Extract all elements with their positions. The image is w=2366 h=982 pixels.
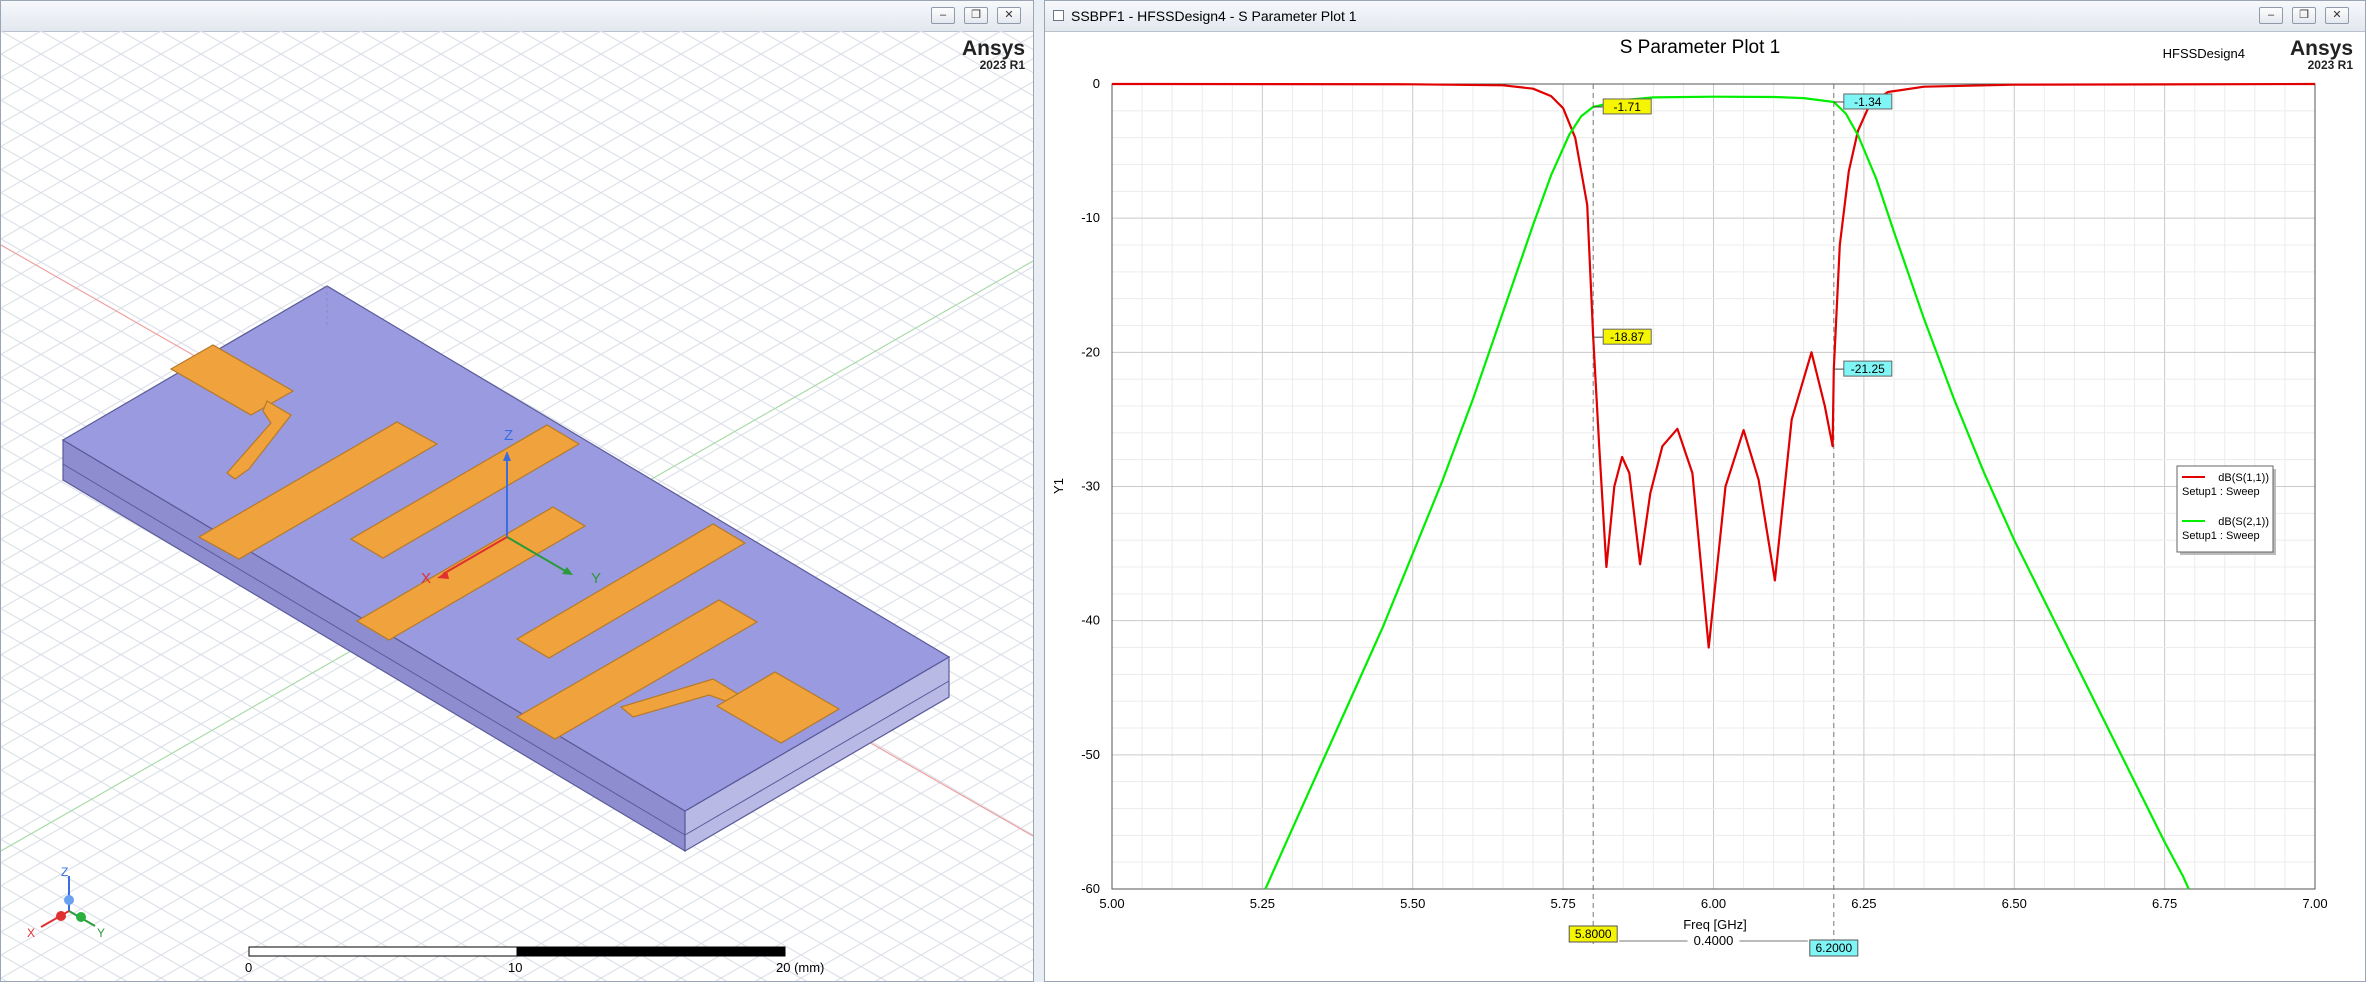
close-button[interactable]: ✕	[2325, 7, 2349, 24]
marker-x-label: 5.8000	[1575, 927, 1612, 941]
scale-label-20: 20 (mm)	[776, 960, 824, 975]
marker-x-label: 6.2000	[1815, 941, 1852, 955]
window-icon	[1053, 10, 1064, 21]
plot-titlebar[interactable]: SSBPF1 - HFSSDesign4 - S Parameter Plot …	[1045, 1, 2365, 32]
scale-label-0: 0	[245, 960, 252, 975]
delta-label: 0.4000	[1694, 933, 1734, 948]
y-axis-label: Y1	[1051, 478, 1066, 494]
x-tick-label: 5.25	[1250, 896, 1275, 911]
x-tick-label: 6.75	[2152, 896, 2177, 911]
plot-window[interactable]: SSBPF1 - HFSSDesign4 - S Parameter Plot …	[1044, 0, 2366, 982]
legend-series-sub: Setup1 : Sweep	[2182, 530, 2260, 542]
y-tick-label: -40	[1081, 613, 1100, 628]
x-tick-label: 5.50	[1400, 896, 1425, 911]
s-parameter-plot[interactable]: S Parameter Plot 1 Freq [GHz] Y1 5.00 5.2…	[1045, 31, 2365, 981]
y-tick-label: -20	[1081, 344, 1100, 359]
marker-label: -1.71	[1614, 100, 1642, 114]
restore-button[interactable]: ❐	[964, 7, 988, 24]
marker-label: -21.25	[1851, 362, 1885, 376]
y-tick-label: -50	[1081, 747, 1100, 762]
x-tick-label: 7.00	[2302, 896, 2327, 911]
mini-axis-z: Z	[61, 865, 68, 879]
modeler-window[interactable]: – ❐ ✕ Z Y X Z Y X 0 10 20 (mm) Ansys 202…	[0, 0, 1034, 982]
y-tick-label: -30	[1081, 479, 1100, 494]
plot-title: S Parameter Plot 1	[1620, 37, 1781, 58]
restore-button[interactable]: ❐	[2292, 7, 2316, 24]
axis-label-z: Z	[504, 427, 513, 444]
modeler-titlebar[interactable]: – ❐ ✕	[1, 1, 1033, 32]
ansys-brand: Ansys	[961, 37, 1025, 60]
minimize-button[interactable]: –	[931, 7, 955, 24]
s21-curve[interactable]	[1264, 95, 2190, 890]
axis-label-x: X	[421, 570, 431, 587]
x-tick-label: 6.00	[1701, 896, 1726, 911]
ansys-logo-left: Ansys 2023 R1	[961, 37, 1025, 72]
y-tick-label: -60	[1081, 881, 1100, 896]
marker-label: -1.34	[1854, 95, 1882, 109]
mini-axis-y: Y	[97, 926, 105, 940]
x-tick-label: 5.00	[1099, 896, 1124, 911]
x-tick-label: 5.75	[1550, 896, 1575, 911]
x-axis-label: Freq [GHz]	[1683, 917, 1747, 932]
x-tick-label: 6.50	[2002, 896, 2027, 911]
legend-series-sub: Setup1 : Sweep	[2182, 486, 2260, 498]
minimize-button[interactable]: –	[2259, 7, 2283, 24]
legend-series-name: dB(S(1,1))	[2218, 472, 2269, 484]
axis-label-y: Y	[591, 570, 601, 587]
x-tick-label: 6.25	[1851, 896, 1876, 911]
close-button[interactable]: ✕	[997, 7, 1021, 24]
plot-window-title: SSBPF1 - HFSSDesign4 - S Parameter Plot …	[1071, 8, 1357, 24]
y-tick-label: 0	[1093, 76, 1100, 91]
marker-label: -18.87	[1610, 330, 1644, 344]
legend-series-name: dB(S(2,1))	[2218, 516, 2269, 528]
mini-axis-x: X	[27, 926, 35, 940]
y-tick-label: -10	[1081, 210, 1100, 225]
model-viewport[interactable]: Z Y X Z Y X 0 10 20 (mm)	[1, 31, 1033, 981]
scale-label-10: 10	[508, 960, 522, 975]
ansys-release: 2023 R1	[979, 58, 1025, 72]
